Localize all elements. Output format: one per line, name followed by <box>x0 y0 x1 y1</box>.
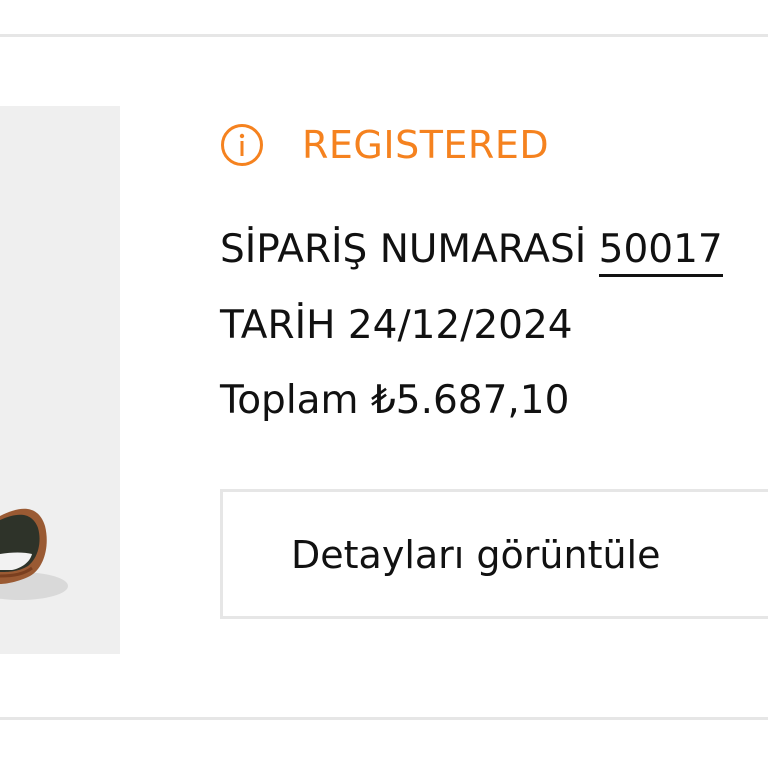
info-circle-icon <box>220 123 264 167</box>
view-details-button[interactable]: Detayları görüntüle <box>220 489 768 619</box>
shoe-icon <box>0 508 68 600</box>
order-number-label: SİPARİŞ NUMARASİ <box>220 227 587 272</box>
status-label: REGISTERED <box>302 123 550 167</box>
order-total-label: Toplam <box>220 378 359 423</box>
order-number-link[interactable]: 50017 <box>598 228 723 277</box>
order-date-row: TARİH 24/12/2024 <box>220 301 573 351</box>
order-date-value: 24/12/2024 <box>347 303 573 348</box>
view-details-label: Detayları görüntüle <box>291 533 661 577</box>
order-total-row: Toplam ₺5.687,10 <box>220 376 569 426</box>
order-status: REGISTERED <box>220 120 549 170</box>
order-card: REGISTERED SİPARİŞ NUMARASİ 50017 TARİH … <box>0 34 768 720</box>
order-number-row: SİPARİŞ NUMARASİ 50017 <box>220 225 723 277</box>
product-image[interactable] <box>0 106 120 654</box>
order-date-label: TARİH <box>220 303 336 348</box>
order-list-page: REGISTERED SİPARİŞ NUMARASİ 50017 TARİH … <box>0 0 768 768</box>
order-total-value: ₺5.687,10 <box>370 378 570 423</box>
